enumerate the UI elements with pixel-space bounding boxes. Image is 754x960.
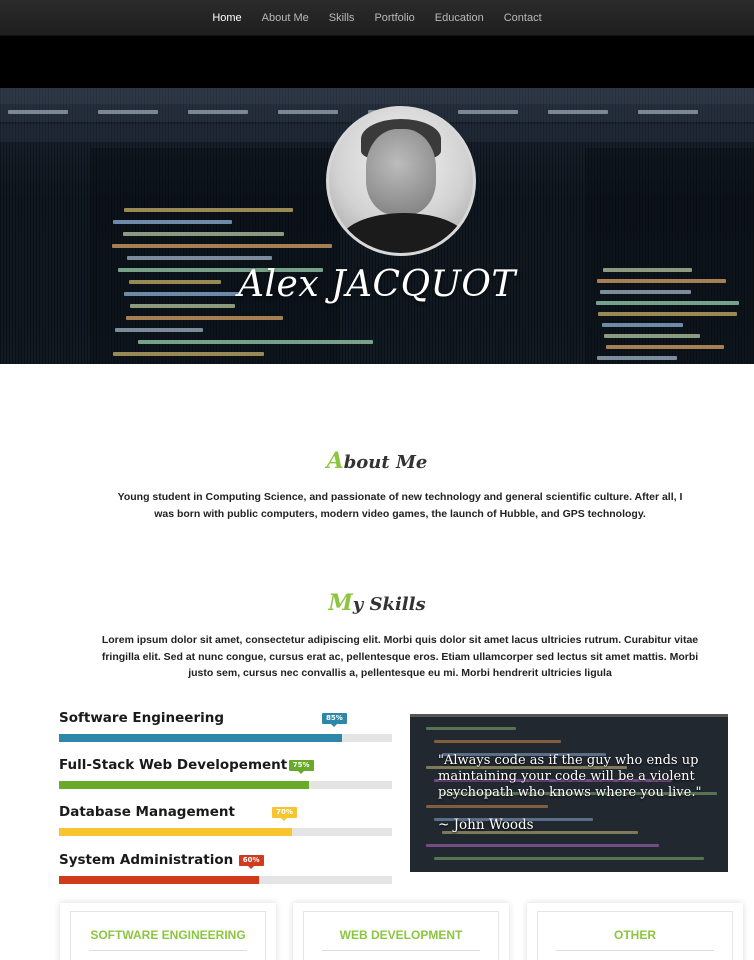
about-title-initial: A [326, 448, 344, 474]
skills-title-rest: y Skills [352, 594, 426, 615]
skill-track [59, 876, 392, 884]
avatar-face-shape [366, 129, 436, 215]
card-inner-border: SOFTWARE ENGINEERING [70, 911, 266, 960]
code-line-graphic [115, 328, 203, 332]
code-line-graphic [138, 340, 373, 344]
skill-name: Software Engineering [59, 710, 225, 726]
skill-name: Full-Stack Web Developement [59, 757, 288, 773]
code-line-graphic [606, 345, 724, 349]
code-line-graphic [113, 352, 264, 356]
skill-name: System Administration [59, 852, 234, 868]
toolbar-item-graphic [548, 110, 608, 114]
code-line-graphic [123, 232, 284, 236]
hero-banner: Alex JACQUOT [0, 36, 754, 364]
quote-code-line-graphic [426, 805, 548, 808]
code-line-graphic [602, 323, 683, 327]
skill-name: Database Management [59, 804, 235, 820]
hero-name: Alex JACQUOT [238, 264, 516, 305]
toolbar-item-graphic [458, 110, 518, 114]
code-line-graphic [112, 244, 332, 248]
card-other[interactable]: OTHER [527, 903, 743, 960]
nav-contact[interactable]: Contact [494, 12, 552, 24]
card-web-development[interactable]: WEB DEVELOPMENT [293, 903, 509, 960]
code-line-graphic [597, 356, 677, 360]
skills-text: Lorem ipsum dolor sit amet, consectetur … [101, 634, 699, 679]
card-software-engineering[interactable]: SOFTWARE ENGINEERING [60, 903, 276, 960]
toolbar-item-graphic [188, 110, 248, 114]
toolbar-item-graphic [278, 110, 338, 114]
nav-about-me[interactable]: About Me [252, 12, 319, 24]
nav-portfolio[interactable]: Portfolio [364, 12, 424, 24]
skill-track [59, 828, 392, 836]
toolbar-item-graphic [638, 110, 698, 114]
card-inner-border: WEB DEVELOPMENT [303, 911, 499, 960]
quote-code-line-graphic [426, 727, 516, 730]
quote-code-line-graphic [434, 857, 704, 860]
skill-percent-badge: 75% [288, 760, 314, 774]
ide-code-panel-right [585, 148, 754, 364]
card-title: OTHER [614, 928, 656, 942]
nav-skills[interactable]: Skills [319, 12, 365, 24]
nav-education[interactable]: Education [425, 12, 494, 24]
card-title: SOFTWARE ENGINEERING [90, 928, 246, 942]
card-divider [556, 950, 714, 951]
code-line-graphic [598, 312, 737, 316]
quote-box: "Always code as if the guy who ends up m… [410, 714, 728, 872]
skill-track [59, 781, 392, 789]
about-title-rest: bout Me [343, 452, 428, 473]
quote-author: ~ John Woods [438, 817, 534, 833]
nav-home[interactable]: Home [202, 12, 251, 24]
quote-text: "Always code as if the guy who ends up m… [438, 753, 702, 800]
skills-title: My Skills [0, 590, 754, 616]
code-line-graphic [127, 256, 272, 260]
profile-avatar [326, 106, 476, 256]
skill-fill [59, 734, 343, 742]
ide-menubar-graphic [0, 88, 754, 104]
about-text: Young student in Computing Science, and … [117, 491, 683, 520]
code-line-graphic [126, 316, 283, 320]
code-line-graphic [124, 208, 293, 212]
toolbar-item-graphic [8, 110, 68, 114]
skills-title-initial: M [328, 590, 353, 616]
skill-percent-badge: 60% [238, 855, 264, 869]
skill-fill [59, 876, 259, 884]
card-divider [89, 950, 247, 951]
quote-code-line-graphic [434, 740, 561, 743]
skill-fill [59, 828, 293, 836]
skill-percent-badge: 70% [272, 807, 297, 821]
skill-track [59, 734, 392, 742]
hero-top-band [0, 36, 754, 88]
card-title: WEB DEVELOPMENT [339, 928, 463, 942]
about-title: About Me [0, 448, 754, 474]
card-inner-border: OTHER [537, 911, 733, 960]
top-navbar: Home About Me Skills Portfolio Education… [0, 0, 754, 36]
quote-code-line-graphic [426, 844, 659, 847]
skill-fill [59, 781, 309, 789]
toolbar-item-graphic [98, 110, 158, 114]
avatar-body-shape [339, 213, 469, 253]
card-divider [322, 950, 480, 951]
skill-percent-badge: 85% [322, 713, 347, 727]
code-line-graphic [604, 334, 700, 338]
code-line-graphic [113, 220, 232, 224]
